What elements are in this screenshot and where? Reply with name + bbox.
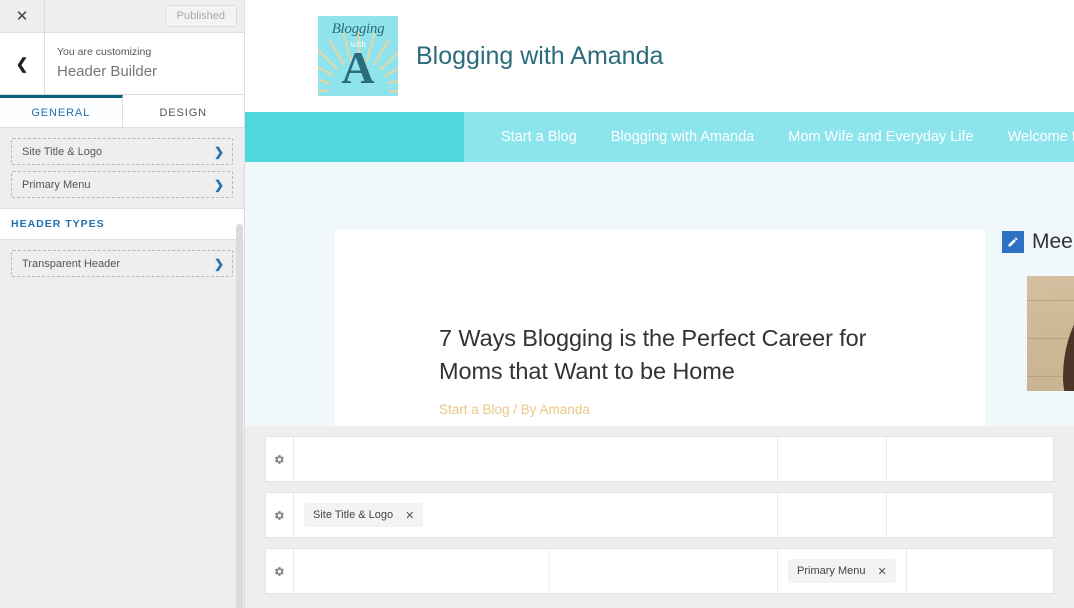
builder-cell-left-2[interactable] [549,549,777,593]
builder-cell-left[interactable]: Site Title & Logo ✕ [294,493,777,537]
logo-letter: A [341,42,375,93]
tab-design[interactable]: DESIGN [122,95,244,127]
gear-icon[interactable] [266,493,294,537]
sidebar-item-label: Site Title & Logo [22,145,103,158]
chip-label: Site Title & Logo [313,509,394,521]
general-section: Site Title & Logo ❯ Primary Menu ❯ [0,128,244,208]
panel-titles: You are customizing Header Builder [45,45,157,83]
nav-item-blogging-with-amanda[interactable]: Blogging with Amanda [594,129,772,145]
site-title[interactable]: Blogging with Amanda [416,42,663,71]
sidebar-item-label: Transparent Header [22,257,121,270]
sidebar-item-primary-menu[interactable]: Primary Menu ❯ [11,171,233,198]
sidebar-scrollbar[interactable] [236,224,243,608]
nav-item-mom-wife-and-everyday-life[interactable]: Mom Wife and Everyday Life [771,129,990,145]
article-inner: 7 Ways Blogging is the Perfect Career fo… [335,230,985,417]
sidebar-widget: Mee [1002,230,1074,391]
logo-top-text: Blogging [331,21,385,37]
site-header: Blogging with A Blogging with Amanda [245,0,1074,112]
builder-cell-center[interactable]: Primary Menu ✕ [777,549,906,593]
builder-row-top[interactable] [265,436,1054,482]
builder-columns [294,437,1053,481]
chevron-right-icon: ❯ [213,256,224,271]
publish-button[interactable]: Published [164,5,237,27]
customizer-sidebar: ✕ Published ❮ You are customizing Header… [0,0,245,608]
builder-chip-primary-menu[interactable]: Primary Menu ✕ [788,559,896,583]
primary-navigation: Start a Blog Blogging with Amanda Mom Wi… [245,112,1074,162]
sidebar-item-transparent-header[interactable]: Transparent Header ❯ [11,250,233,277]
nav-item-start-a-blog[interactable]: Start a Blog [484,129,594,145]
chevron-left-icon[interactable]: ❮ [0,33,45,94]
tab-general[interactable]: GENERAL [0,95,123,127]
sidebar-item-site-title-logo[interactable]: Site Title & Logo ❯ [11,138,233,165]
builder-chip-site-title-logo[interactable]: Site Title & Logo ✕ [304,503,424,527]
builder-columns: Site Title & Logo ✕ [294,493,1053,537]
close-icon[interactable]: ✕ [0,0,45,32]
close-icon[interactable]: ✕ [877,565,886,578]
site-logo[interactable]: Blogging with A [318,16,398,96]
chip-label: Primary Menu [797,565,866,577]
customizer-body: Site Title & Logo ❯ Primary Menu ❯ HEADE… [0,128,244,608]
chevron-right-icon: ❯ [213,177,224,192]
builder-cell-right[interactable] [886,493,1053,537]
article-meta[interactable]: Start a Blog / By Amanda [439,402,925,417]
page-title: Header Builder [57,62,158,80]
gear-icon[interactable] [266,549,294,593]
article-title[interactable]: 7 Ways Blogging is the Perfect Career fo… [439,322,925,389]
nav-item-welcome-to-the-ca[interactable]: Welcome to the Ca [991,129,1074,145]
header-types-title: HEADER TYPES [0,208,244,240]
customizer-tabs: GENERAL DESIGN [0,95,244,128]
panel-header: ❮ You are customizing Header Builder [0,33,244,95]
builder-cell-left[interactable] [294,437,777,481]
widget-header: Mee [1002,230,1074,254]
site-preview: Blogging with A Blogging with Amanda Sta… [245,0,1074,608]
widget-photo [1027,276,1074,391]
builder-cell-left[interactable] [294,549,549,593]
chevron-right-icon: ❯ [213,144,224,159]
nav-left-spacer [245,112,464,162]
panel-subtitle: You are customizing [57,45,152,58]
header-types-section: Transparent Header ❯ [0,240,244,287]
gear-icon[interactable] [266,437,294,481]
builder-cell-center[interactable] [777,437,886,481]
customizer-screen: ✕ Published ❮ You are customizing Header… [0,0,1074,608]
nav-items: Start a Blog Blogging with Amanda Mom Wi… [464,112,1074,162]
builder-cell-right[interactable] [905,549,1053,593]
preview-content: 7 Ways Blogging is the Perfect Career fo… [245,162,1074,608]
builder-cell-center[interactable] [777,493,886,537]
customizer-topbar: ✕ Published [0,0,244,33]
header-builder: Site Title & Logo ✕ Primary Menu ✕ [245,426,1074,608]
builder-row-main[interactable]: Site Title & Logo ✕ [265,492,1054,538]
builder-row-bottom[interactable]: Primary Menu ✕ [265,548,1054,594]
close-icon[interactable]: ✕ [405,509,414,522]
builder-columns: Primary Menu ✕ [294,549,1053,593]
sidebar-item-label: Primary Menu [22,178,91,191]
pencil-icon [1002,231,1024,253]
widget-title: Mee [1032,230,1073,253]
builder-cell-right[interactable] [886,437,1053,481]
publish-area: Published [45,5,244,27]
